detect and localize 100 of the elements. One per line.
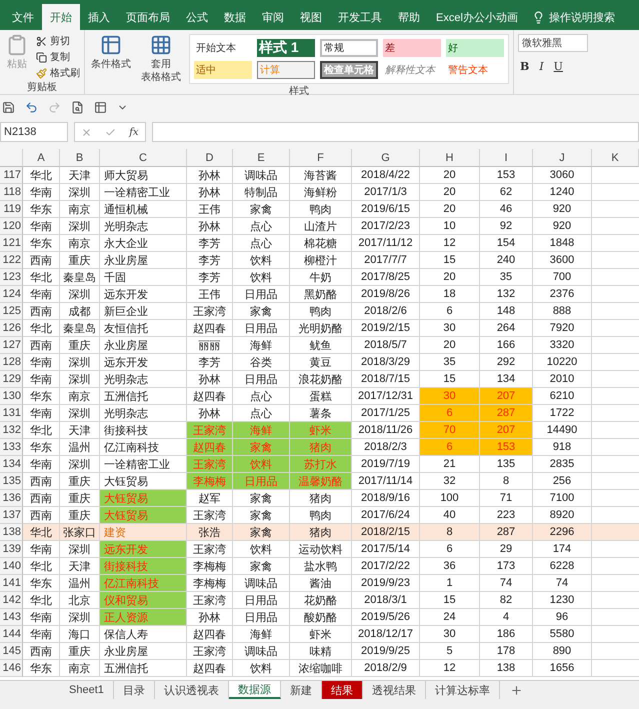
row-header[interactable]: 139 bbox=[0, 541, 23, 558]
table-row[interactable]: 144 华南 海口 保信人寿 赵四春 海鲜 虾米 2018/12/17 30 186 5580 bbox=[0, 626, 639, 643]
table-row[interactable]: 139 华南 深圳 远东开发 王家湾 饮料 运动饮料 2017/5/14 6 29 174 bbox=[0, 541, 639, 558]
ribbon-tab[interactable]: 公式 bbox=[178, 4, 216, 30]
italic-button[interactable]: I bbox=[537, 60, 546, 73]
cell-style[interactable]: 差 bbox=[383, 39, 441, 57]
table-row[interactable]: 127 西南 重庆 永业房屋 丽丽 海鲜 鱿鱼 2018/5/7 20 166 3320 bbox=[0, 337, 639, 354]
sheet-tab[interactable]: 数据源 bbox=[228, 681, 281, 699]
table-row[interactable]: 128 华南 深圳 远东开发 李芳 谷类 黄豆 2018/3/29 35 292 10220 bbox=[0, 354, 639, 371]
row-header[interactable]: 119 bbox=[0, 201, 23, 218]
table-row[interactable]: 140 华北 天津 街接科技 李梅梅 家禽 盐水鸭 2017/2/22 36 173 6228 bbox=[0, 558, 639, 575]
format-painter-button[interactable]: 格式刷 bbox=[36, 66, 80, 80]
row-header[interactable]: 136 bbox=[0, 490, 23, 507]
name-box[interactable]: N2138 bbox=[0, 122, 68, 142]
table-row[interactable]: 126 华北 秦皇岛 友恒信托 赵四春 日用品 光明奶酪 2019/2/15 30 264 7920 bbox=[0, 320, 639, 337]
cell-style[interactable]: 警告文本 bbox=[446, 61, 504, 79]
ribbon-tab[interactable]: 页面布局 bbox=[118, 4, 178, 30]
table-row[interactable]: 120 华南 深圳 光明杂志 孙林 点心 山渣片 2017/2/23 10 92 920 bbox=[0, 218, 639, 235]
row-header[interactable]: 141 bbox=[0, 575, 23, 592]
row-header[interactable]: 127 bbox=[0, 337, 23, 354]
row-header[interactable]: 135 bbox=[0, 473, 23, 490]
print-preview-icon[interactable] bbox=[71, 100, 84, 114]
column-header[interactable]: J bbox=[533, 149, 592, 167]
column-header[interactable]: D bbox=[187, 149, 233, 167]
table-row[interactable]: 146 华东 南京 五洲信托 赵四春 饮料 浓缩咖啡 2018/2/9 12 138 1656 bbox=[0, 660, 639, 677]
column-header[interactable]: B bbox=[60, 149, 100, 167]
tell-me-search[interactable]: 操作说明搜索 bbox=[548, 10, 615, 24]
ribbon-tab[interactable]: 审阅 bbox=[254, 4, 292, 30]
table-row[interactable]: 134 华南 深圳 一诠精密工业 王家湾 饮料 苏打水 2019/7/19 21 135 2835 bbox=[0, 456, 639, 473]
row-header[interactable]: 143 bbox=[0, 609, 23, 626]
table-row[interactable]: 123 华北 秦皇岛 千固 李芳 饮料 牛奶 2017/8/25 20 35 700 bbox=[0, 269, 639, 286]
table-row[interactable]: 117 华北 天津 师大贸易 孙林 调味品 海苔酱 2018/4/22 20 153 3060 bbox=[0, 167, 639, 184]
row-header[interactable]: 117 bbox=[0, 167, 23, 184]
copy-button[interactable]: 复制 bbox=[36, 50, 80, 64]
table-row[interactable]: 132 华北 天津 街接科技 王家湾 海鲜 虾米 2018/11/26 70 207 14490 bbox=[0, 422, 639, 439]
row-header[interactable]: 123 bbox=[0, 269, 23, 286]
row-header[interactable]: 121 bbox=[0, 235, 23, 252]
sheet-tab[interactable]: 目录 bbox=[114, 681, 155, 699]
ribbon-tab[interactable]: Excel办公小动画 bbox=[428, 4, 526, 30]
table-row[interactable]: 121 华东 南京 永大企业 李芳 点心 棉花糖 2017/11/12 12 154 1848 bbox=[0, 235, 639, 252]
table-row[interactable]: 136 西南 重庆 大钰贸易 赵军 家禽 猪肉 2018/9/16 100 71 7100 bbox=[0, 490, 639, 507]
table-row[interactable]: 125 西南 成都 新巨企业 王家湾 家禽 鸭肉 2018/2/6 6 148 888 bbox=[0, 303, 639, 320]
table-row[interactable]: 141 华东 温州 亿江南科技 李梅梅 调味品 酱油 2019/9/23 1 74 74 bbox=[0, 575, 639, 592]
row-header[interactable]: 125 bbox=[0, 303, 23, 320]
row-header[interactable]: 131 bbox=[0, 405, 23, 422]
row-header[interactable]: 130 bbox=[0, 388, 23, 405]
cell-style[interactable]: 开始文本 bbox=[194, 39, 252, 57]
table-row[interactable]: 135 西南 重庆 大钰贸易 李梅梅 日用品 温馨奶酪 2017/11/14 32 8 256 bbox=[0, 473, 639, 490]
table-row[interactable]: 143 华南 深圳 正人资源 孙林 日用品 酸奶酪 2019/5/26 24 4 96 bbox=[0, 609, 639, 626]
row-header[interactable]: 140 bbox=[0, 558, 23, 575]
table-row[interactable]: 138 华北 张家口 建资 张浩 家禽 猪肉 2018/2/15 8 287 2296 bbox=[0, 524, 639, 541]
ribbon-tab[interactable]: 开始 bbox=[42, 4, 80, 30]
row-header[interactable]: 144 bbox=[0, 626, 23, 643]
column-header[interactable]: G bbox=[352, 149, 420, 167]
table-row[interactable]: 119 华东 南京 通恒机械 王伟 家禽 鸭肉 2019/6/15 20 46 920 bbox=[0, 201, 639, 218]
row-header[interactable]: 118 bbox=[0, 184, 23, 201]
ribbon-tab[interactable]: 插入 bbox=[80, 4, 118, 30]
underline-button[interactable]: U bbox=[552, 60, 565, 73]
row-header[interactable]: 146 bbox=[0, 660, 23, 677]
ribbon-tab[interactable]: 帮助 bbox=[390, 4, 428, 30]
row-header[interactable]: 120 bbox=[0, 218, 23, 235]
column-header[interactable]: A bbox=[23, 149, 60, 167]
sheet-tab[interactable]: Sheet1 bbox=[60, 681, 114, 699]
sheet-tab[interactable]: 透视结果 bbox=[362, 681, 426, 699]
conditional-format-button[interactable]: 条件格式 bbox=[89, 34, 133, 84]
row-header[interactable]: 134 bbox=[0, 456, 23, 473]
row-header[interactable]: 124 bbox=[0, 286, 23, 303]
cut-button[interactable]: 剪切 bbox=[36, 34, 80, 48]
table-row[interactable]: 131 华南 深圳 光明杂志 孙林 点心 薯条 2017/1/25 6 287 1722 bbox=[0, 405, 639, 422]
row-header[interactable]: 145 bbox=[0, 643, 23, 660]
row-header[interactable]: 129 bbox=[0, 371, 23, 388]
table-row[interactable]: 142 华北 北京 仪和贸易 王家湾 日用品 花奶酪 2018/3/1 15 82 1230 bbox=[0, 592, 639, 609]
cell-style[interactable]: 常规 bbox=[320, 39, 378, 57]
cell-style[interactable]: 样式 1 bbox=[257, 39, 315, 57]
row-header[interactable]: 138 bbox=[0, 524, 23, 541]
ribbon-tab[interactable]: 文件 bbox=[4, 4, 42, 30]
ribbon-tab[interactable]: 开发工具 bbox=[330, 4, 390, 30]
cell-style[interactable]: 好 bbox=[446, 39, 504, 57]
cell-style[interactable]: 适中 bbox=[194, 61, 252, 79]
column-header[interactable]: C bbox=[100, 149, 187, 167]
column-header[interactable]: I bbox=[480, 149, 533, 167]
table-row[interactable]: 130 华东 南京 五洲信托 赵四春 点心 蛋糕 2017/12/31 30 207 6210 bbox=[0, 388, 639, 405]
row-header[interactable]: 122 bbox=[0, 252, 23, 269]
table-row[interactable]: 122 西南 重庆 永业房屋 李芳 饮料 柳橙汁 2017/7/7 15 240 3600 bbox=[0, 252, 639, 269]
table-row[interactable]: 145 西南 重庆 永业房屋 王家湾 调味品 味精 2019/9/25 5 178 890 bbox=[0, 643, 639, 660]
table-row[interactable]: 133 华东 温州 亿江南科技 赵四春 家禽 猪肉 2018/2/3 6 153 918 bbox=[0, 439, 639, 456]
row-header[interactable]: 137 bbox=[0, 507, 23, 524]
column-header[interactable]: E bbox=[233, 149, 290, 167]
undo-icon[interactable] bbox=[25, 100, 38, 114]
font-name-field[interactable]: 微软雅黑 bbox=[518, 34, 588, 52]
row-header[interactable]: 142 bbox=[0, 592, 23, 609]
save-icon[interactable] bbox=[2, 100, 15, 114]
insert-function-button[interactable]: fx bbox=[129, 126, 139, 138]
column-header[interactable]: H bbox=[420, 149, 480, 167]
ribbon-tab[interactable]: 数据 bbox=[216, 4, 254, 30]
table-icon[interactable] bbox=[94, 100, 107, 114]
sheet-tab[interactable]: 结果 bbox=[322, 681, 363, 699]
column-header[interactable]: K bbox=[592, 149, 639, 167]
formula-field[interactable] bbox=[152, 122, 639, 142]
row-header[interactable]: 133 bbox=[0, 439, 23, 456]
